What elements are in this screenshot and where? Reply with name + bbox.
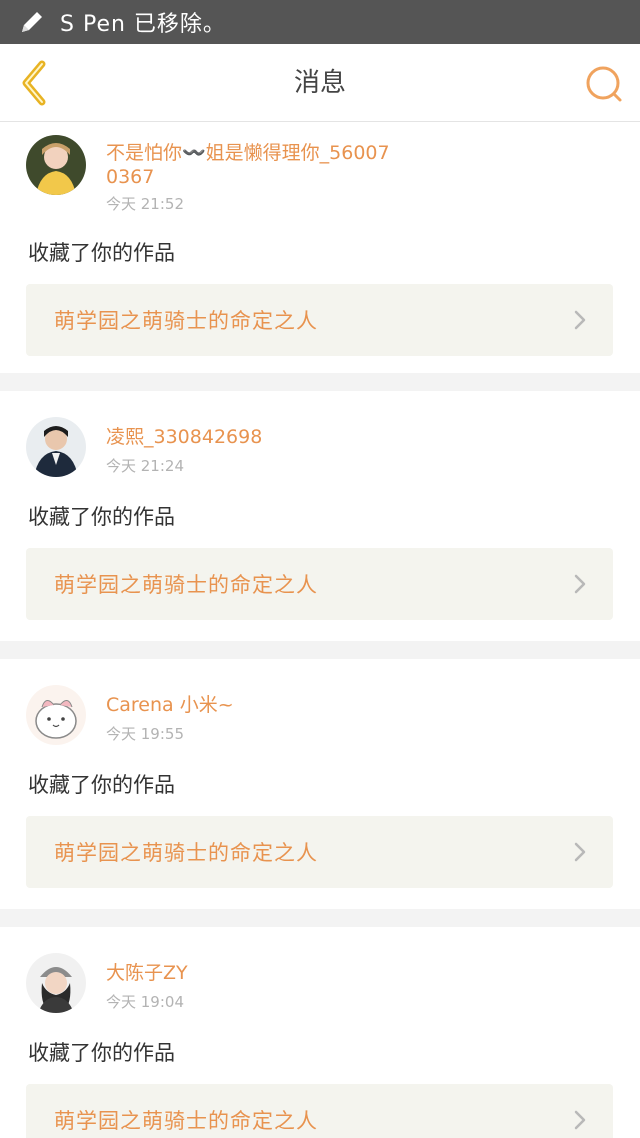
- chevron-right-icon: [574, 1110, 586, 1130]
- status-text: S Pen 已移除。: [60, 12, 226, 37]
- avatar[interactable]: [26, 417, 86, 477]
- work-title: 萌学园之萌骑士的命定之人: [54, 841, 318, 865]
- timestamp: 今天 19:04: [106, 993, 184, 1011]
- timestamp: 今天 21:24: [106, 457, 184, 475]
- notification-card: Carena 小米~ 今天 19:55 收藏了你的作品 萌学园之萌骑士的命定之人: [0, 659, 640, 909]
- action-text: 收藏了你的作品: [28, 505, 175, 529]
- timestamp: 今天 19:55: [106, 725, 184, 743]
- work-title: 萌学园之萌骑士的命定之人: [54, 309, 318, 333]
- chevron-right-icon: [574, 574, 586, 594]
- avatar-image: [26, 953, 86, 1013]
- work-link[interactable]: 萌学园之萌骑士的命定之人: [26, 284, 613, 356]
- action-text: 收藏了你的作品: [28, 241, 175, 265]
- notification-card: 大陈子ZY 今天 19:04 收藏了你的作品 萌学园之萌骑士的命定之人: [0, 927, 640, 1138]
- username-link[interactable]: 凌熙_330842698: [106, 425, 390, 449]
- nav-bar: 消息: [0, 44, 640, 122]
- avatar-image: [26, 135, 86, 195]
- avatar[interactable]: [26, 685, 86, 745]
- avatar[interactable]: [26, 953, 86, 1013]
- action-text: 收藏了你的作品: [28, 1041, 175, 1065]
- work-link[interactable]: 萌学园之萌骑士的命定之人: [26, 548, 613, 620]
- divider: [0, 373, 640, 391]
- username-link[interactable]: 不是怕你〰️姐是懒得理你_560070367: [106, 141, 390, 189]
- notification-card: 不是怕你〰️姐是懒得理你_560070367 今天 21:52 收藏了你的作品 …: [0, 123, 640, 373]
- work-title: 萌学园之萌骑士的命定之人: [54, 573, 318, 597]
- work-link[interactable]: 萌学园之萌骑士的命定之人: [26, 816, 613, 888]
- action-text: 收藏了你的作品: [28, 773, 175, 797]
- username-link[interactable]: 大陈子ZY: [106, 961, 390, 985]
- back-button[interactable]: [12, 58, 62, 108]
- timestamp: 今天 21:52: [106, 195, 184, 213]
- chevron-right-icon: [574, 842, 586, 862]
- avatar-image: [26, 417, 86, 477]
- work-title: 萌学园之萌骑士的命定之人: [54, 1109, 318, 1133]
- work-link[interactable]: 萌学园之萌骑士的命定之人: [26, 1084, 613, 1138]
- avatar-image: [26, 685, 86, 745]
- status-bar: S Pen 已移除。: [0, 0, 640, 44]
- notification-list: 不是怕你〰️姐是懒得理你_560070367 今天 21:52 收藏了你的作品 …: [0, 123, 640, 1138]
- divider: [0, 641, 640, 659]
- avatar[interactable]: [26, 135, 86, 195]
- chevron-left-icon: [22, 60, 46, 106]
- divider: [0, 909, 640, 927]
- pen-icon: [22, 12, 42, 32]
- page-title: 消息: [293, 68, 346, 98]
- chevron-right-icon: [574, 310, 586, 330]
- search-button[interactable]: [582, 62, 626, 106]
- search-icon: [586, 66, 622, 102]
- notification-card: 凌熙_330842698 今天 21:24 收藏了你的作品 萌学园之萌骑士的命定…: [0, 391, 640, 641]
- username-link[interactable]: Carena 小米~: [106, 693, 390, 717]
